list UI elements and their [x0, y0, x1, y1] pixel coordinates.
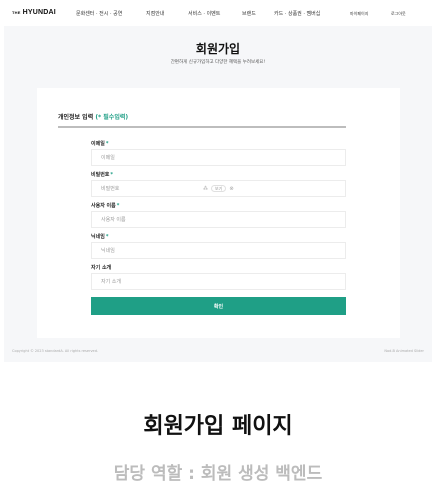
section-divider: [58, 126, 346, 128]
nav-item-mypage[interactable]: 마이페이지: [350, 11, 368, 17]
email-placeholder: 이메일: [101, 155, 115, 161]
required-mark: *: [116, 203, 120, 209]
keyboard-icon[interactable]: ⁂: [203, 186, 208, 192]
password-label-text: 비밀번호: [91, 172, 110, 178]
username-placeholder: 사용자 이름: [101, 217, 126, 223]
required-mark: *: [105, 234, 109, 240]
password-tools: ⁂ 보기 ⊗: [203, 184, 234, 193]
footer-credit: Nod-B Animated Slider: [384, 349, 424, 353]
section-title: 개인정보 입력 (* 필수입력): [58, 112, 128, 121]
nav-item-logout[interactable]: 로그아웃: [391, 11, 406, 17]
footer-copyright: Copyright © 2023 standardA. All rights r…: [12, 349, 99, 353]
submit-button[interactable]: 확인: [91, 297, 346, 315]
top-navigation: THE HYUNDAI 문화센터 · 전시 · 공연 지점안내 서비스 · 이벤트…: [4, 0, 432, 26]
intro-label-text: 자기 소개: [91, 265, 112, 271]
logo-prefix: THE: [12, 9, 21, 15]
nav-item-culture[interactable]: 문화센터 · 전시 · 공연: [76, 10, 122, 17]
intro-label: 자기 소개: [91, 264, 111, 271]
show-password-toggle[interactable]: 보기: [211, 185, 227, 192]
nav-item-brands[interactable]: 브랜드: [242, 10, 256, 17]
required-mark: *: [105, 141, 109, 147]
nickname-label: 닉네임*: [91, 233, 108, 240]
nickname-placeholder: 닉네임: [101, 248, 115, 254]
password-placeholder: 비밀번호: [101, 186, 120, 192]
clear-icon[interactable]: ⊗: [229, 186, 233, 192]
email-label: 이메일*: [91, 140, 108, 147]
email-label-text: 이메일: [91, 141, 105, 147]
intro-placeholder: 자기 소개: [101, 279, 121, 285]
username-label-text: 사용자 이름: [91, 203, 116, 209]
nav-item-services[interactable]: 서비스 · 이벤트: [188, 10, 220, 17]
page-title: 회원가입: [195, 42, 241, 56]
page-subtitle: 간편하게 신규가입하고 다양한 혜택을 누려보세요!: [170, 60, 266, 65]
email-field[interactable]: 이메일: [91, 149, 346, 166]
section-title-text: 개인정보 입력: [58, 114, 94, 121]
intro-field[interactable]: 자기 소개: [91, 273, 346, 290]
nav-item-branches[interactable]: 지점안내: [146, 10, 164, 17]
caption-title: 회원가입 페이지: [143, 414, 293, 439]
required-note: (* 필수입력): [95, 114, 129, 121]
nav-item-cards[interactable]: 카드 · 상품권 · 멤버십: [274, 10, 320, 17]
signup-screen: THE HYUNDAI 문화센터 · 전시 · 공연 지점안내 서비스 · 이벤트…: [4, 0, 432, 362]
brand-logo[interactable]: THE HYUNDAI: [12, 9, 56, 16]
caption-role: 담당 역할 : 회원 생성 백엔드: [113, 464, 323, 484]
username-field[interactable]: 사용자 이름: [91, 211, 346, 228]
username-label: 사용자 이름*: [91, 202, 119, 209]
required-mark: *: [110, 172, 114, 178]
nickname-field[interactable]: 닉네임: [91, 242, 346, 259]
password-label: 비밀번호*: [91, 171, 113, 178]
logo-text: HYUNDAI: [22, 9, 56, 16]
nickname-label-text: 닉네임: [91, 234, 105, 240]
